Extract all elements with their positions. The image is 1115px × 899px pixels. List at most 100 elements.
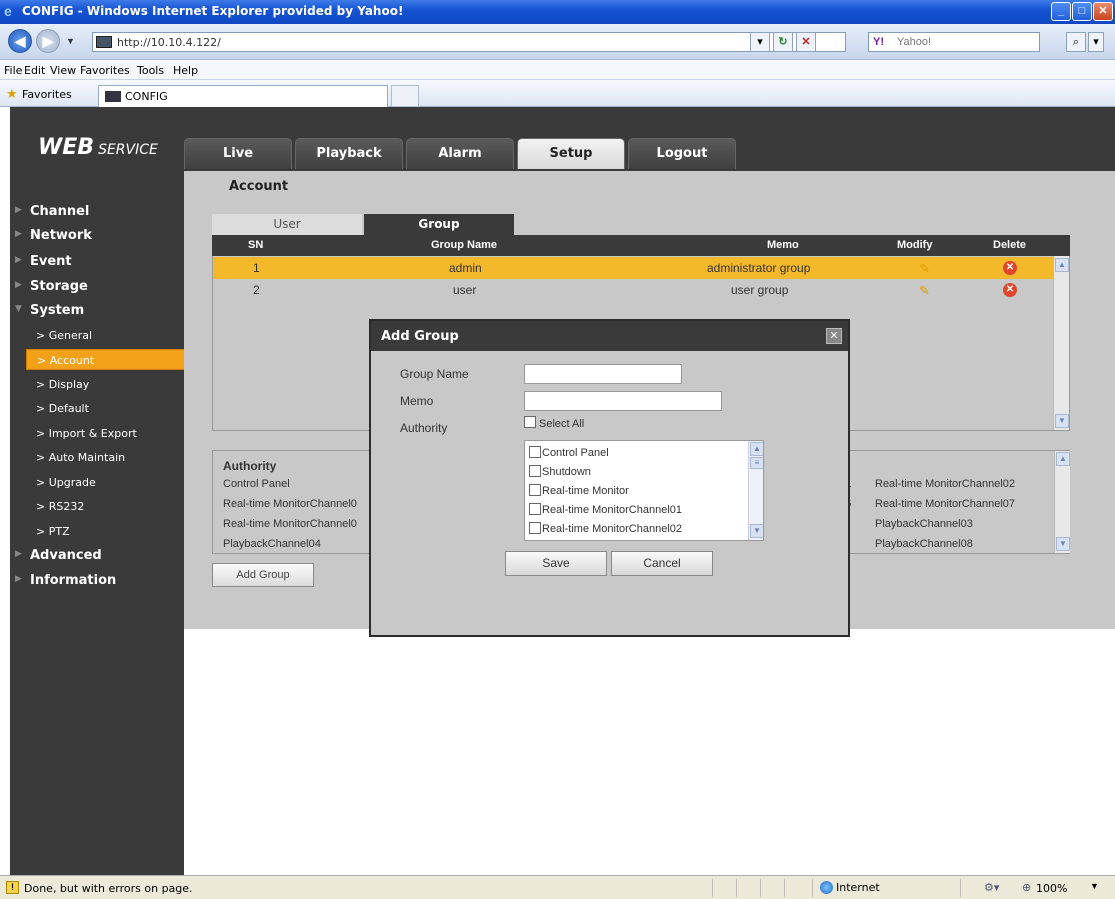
tab-account[interactable]: Account xyxy=(211,173,325,203)
stop-button[interactable]: ✕ xyxy=(796,32,816,52)
menu-tools[interactable]: Tools xyxy=(137,64,164,77)
sidebar-item-display[interactable]: > Display xyxy=(26,374,188,395)
refresh-button[interactable]: ↻ xyxy=(773,32,793,52)
protected-mode-icon[interactable]: ⚙▾ xyxy=(984,881,999,894)
sub-label: Default xyxy=(48,402,89,415)
tab-alarm[interactable]: Alarm xyxy=(406,138,514,169)
memo-input[interactable] xyxy=(524,391,722,411)
authority-list-item[interactable]: Real-time Monitor xyxy=(529,484,629,497)
search-box[interactable]: Y! xyxy=(868,32,1040,52)
row-sn: 1 xyxy=(253,261,260,275)
sidebar-item-channel[interactable]: ▶ Channel xyxy=(10,201,184,223)
sidebar-item-ptz[interactable]: > PTZ xyxy=(26,521,188,542)
menu-edit[interactable]: Edit xyxy=(24,64,45,77)
tab-config[interactable]: CONFIG xyxy=(98,85,388,107)
zoom-level[interactable]: 100% xyxy=(1036,882,1067,895)
group-table-header: SN Group Name Memo Modify Delete xyxy=(212,235,1070,256)
status-divider xyxy=(712,879,713,897)
scroll-down-icon[interactable]: ▼ xyxy=(750,524,763,538)
scroll-up-icon[interactable]: ▲ xyxy=(750,442,763,456)
sidebar-item-network[interactable]: ▶ Network xyxy=(10,225,184,247)
table-row[interactable]: 1 admin administrator group ✎ ✕ xyxy=(213,257,1053,279)
scroll-down-icon[interactable]: ▼ xyxy=(1056,537,1070,551)
scroll-up-icon[interactable]: ▲ xyxy=(1055,258,1069,272)
close-window-button[interactable]: ✕ xyxy=(1093,2,1113,21)
address-input[interactable]: http://10.10.4.122/ xyxy=(92,32,846,52)
favorites-button[interactable]: Favorites xyxy=(22,88,72,101)
select-all-checkbox[interactable] xyxy=(524,416,536,428)
checkbox[interactable] xyxy=(529,503,541,515)
menu-favorites[interactable]: Favorites xyxy=(80,64,130,77)
tab-live[interactable]: Live xyxy=(184,138,292,169)
tab-setup[interactable]: Setup xyxy=(517,138,625,169)
favorites-star-icon[interactable]: ★ xyxy=(6,86,18,102)
sidebar-item-import-export[interactable]: > Import & Export xyxy=(26,423,188,444)
warning-icon[interactable]: ! xyxy=(6,881,19,894)
menu-help[interactable]: Help xyxy=(173,64,198,77)
sidebar-item-general[interactable]: > General xyxy=(26,325,188,346)
minimize-button[interactable]: _ xyxy=(1051,2,1071,21)
back-button[interactable]: ◀ xyxy=(8,29,32,53)
search-input[interactable] xyxy=(897,35,1037,49)
status-text: Done, but with errors on page. xyxy=(24,882,193,895)
row-group-name: admin xyxy=(449,261,482,275)
save-button[interactable]: Save xyxy=(505,551,607,576)
menu-view[interactable]: View xyxy=(50,64,76,77)
add-group-button[interactable]: Add Group xyxy=(212,563,314,587)
cancel-button[interactable]: Cancel xyxy=(611,551,713,576)
subtab-user[interactable]: User xyxy=(212,214,362,235)
scroll-thumb[interactable]: ≡ xyxy=(750,457,763,469)
sidebar-item-event[interactable]: ▶ Event xyxy=(10,251,184,273)
group-name-input[interactable] xyxy=(524,364,682,384)
sidebar-item-information[interactable]: ▶ Information xyxy=(10,570,184,592)
sidebar-item-default[interactable]: > Default xyxy=(26,398,188,419)
table-scrollbar[interactable]: ▲ ▼ xyxy=(1053,256,1069,430)
scroll-down-icon[interactable]: ▼ xyxy=(1055,414,1069,428)
dialog-title: Add Group xyxy=(381,329,459,344)
authority-list-item[interactable]: Real-time MonitorChannel02 xyxy=(529,522,682,535)
forward-button[interactable]: ▶ xyxy=(36,29,60,53)
sidebar-item-account[interactable]: > Account xyxy=(26,349,188,370)
authority-list-scrollbar[interactable]: ▲ ≡ ▼ xyxy=(748,441,763,540)
table-row[interactable]: 2 user user group ✎ ✕ xyxy=(213,279,1053,301)
sub-label: Import & Export xyxy=(48,427,137,440)
authority-item: PlaybackChannel08 xyxy=(875,538,973,550)
sub-label: Account xyxy=(49,354,95,367)
checkbox[interactable] xyxy=(529,484,541,496)
delete-icon[interactable]: ✕ xyxy=(1003,283,1017,297)
checkbox[interactable] xyxy=(529,522,541,534)
checkbox[interactable] xyxy=(529,465,541,477)
col-delete: Delete xyxy=(993,239,1027,251)
sidebar-item-upgrade[interactable]: > Upgrade xyxy=(26,472,188,493)
new-tab-button[interactable] xyxy=(391,85,419,107)
checkbox[interactable] xyxy=(529,446,541,458)
address-dropdown-button[interactable]: ▾ xyxy=(750,32,770,52)
sidebar-item-auto-maintain[interactable]: > Auto Maintain xyxy=(26,447,188,468)
scroll-up-icon[interactable]: ▲ xyxy=(1056,452,1070,466)
edit-pencil-icon[interactable]: ✎ xyxy=(919,283,930,299)
dialog-close-icon[interactable]: ✕ xyxy=(826,328,842,344)
group-name-label: Group Name xyxy=(400,367,469,381)
search-button[interactable]: ⌕ xyxy=(1066,32,1086,52)
sidebar-item-advanced[interactable]: ▶ Advanced xyxy=(10,545,184,567)
tab-logout[interactable]: Logout xyxy=(628,138,736,169)
tab-playback[interactable]: Playback xyxy=(295,138,403,169)
sidebar-item-rs232[interactable]: > RS232 xyxy=(26,496,188,517)
zoom-icon[interactable]: ⊕ xyxy=(1022,881,1031,894)
authority-scrollbar[interactable]: ▲ ▼ xyxy=(1054,451,1070,553)
edit-pencil-icon[interactable]: ✎ xyxy=(919,261,930,277)
zoom-dropdown-icon[interactable]: ▼ xyxy=(1090,881,1099,891)
authority-list-item[interactable]: Real-time MonitorChannel01 xyxy=(529,503,682,516)
authority-list-item[interactable]: Shutdown xyxy=(529,465,591,478)
sidebar-item-storage[interactable]: ▶ Storage xyxy=(10,276,184,298)
delete-icon[interactable]: ✕ xyxy=(1003,261,1017,275)
maximize-button[interactable]: □ xyxy=(1072,2,1092,21)
menu-file[interactable]: File xyxy=(4,64,22,77)
authority-list-item[interactable]: Control Panel xyxy=(529,446,609,459)
sub-label: RS232 xyxy=(48,500,85,513)
sidebar-item-system[interactable]: ▼ System xyxy=(10,300,184,322)
search-options-button[interactable]: ▾ xyxy=(1088,32,1104,52)
history-dropdown-icon[interactable]: ▼ xyxy=(66,36,75,46)
subtab-group[interactable]: Group xyxy=(364,214,514,235)
status-divider xyxy=(960,879,961,897)
